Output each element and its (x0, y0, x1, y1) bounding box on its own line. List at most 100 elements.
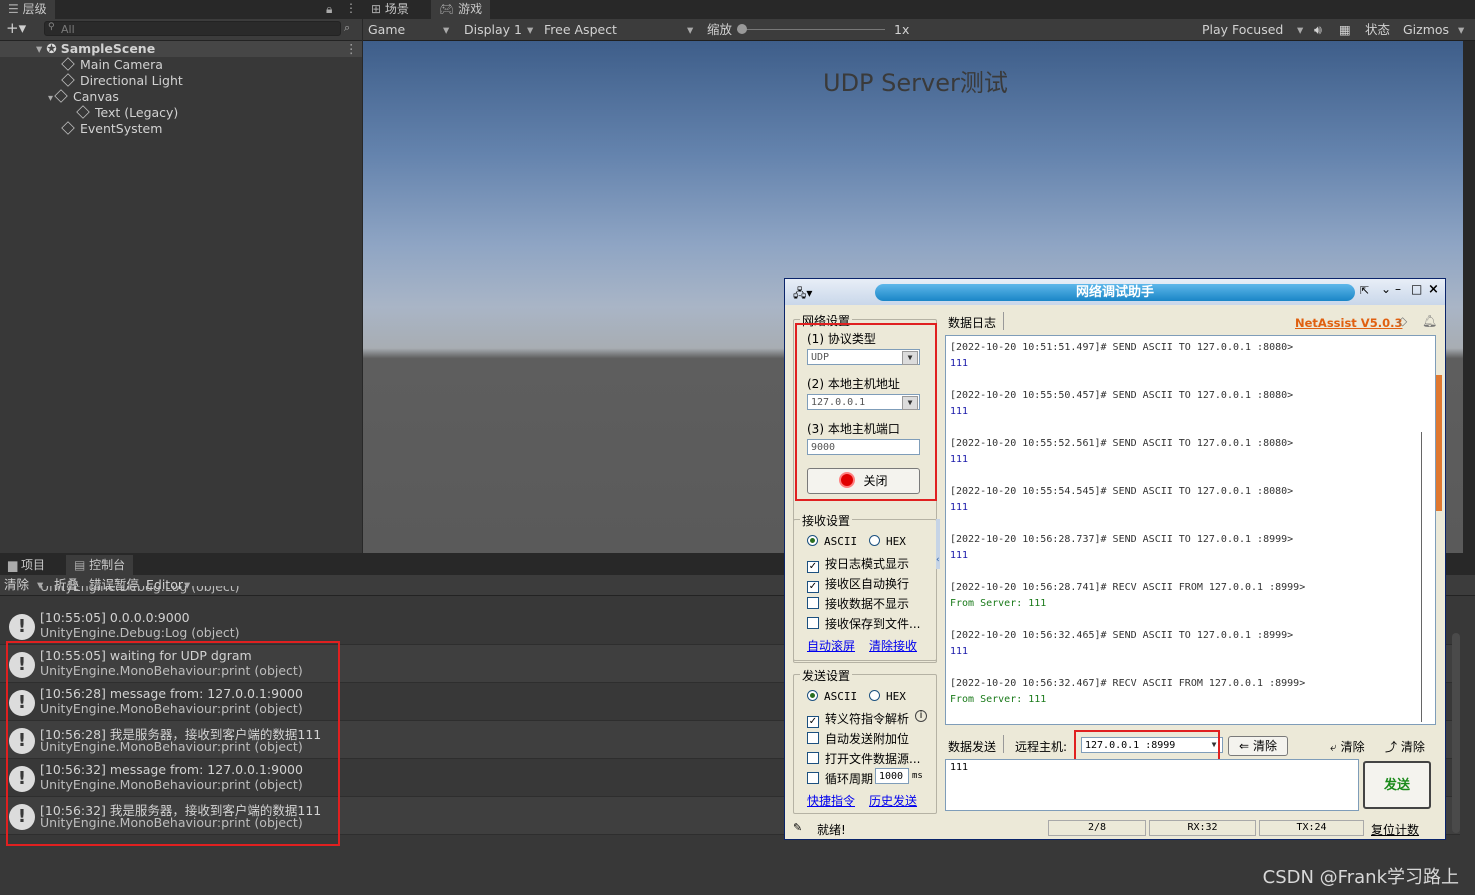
send-button[interactable]: 发送 (1363, 761, 1431, 809)
recv-log-mode-checkbox[interactable]: ✓ 按日志模式显示 (807, 555, 909, 573)
chevron-left-icon[interactable]: ‹ (936, 555, 940, 565)
scene-name: SampleScene (60, 41, 156, 56)
log-message: [10:55:05] 0.0.0.0:9000 (40, 610, 190, 625)
tab-scene[interactable]: ⊞ 场景 (363, 0, 417, 19)
recv-save-checkbox[interactable]: 接收保存到文件... (807, 615, 920, 632)
maximize-icon[interactable]: □ (1411, 282, 1422, 296)
tab-game[interactable]: 🎮︎ 游戏 (431, 0, 491, 19)
play-focused-dropdown[interactable]: Play Focused (1202, 19, 1283, 40)
clear-receive-link[interactable]: 清除接收 (869, 637, 917, 654)
scale-slider-handle[interactable] (737, 24, 747, 34)
diamond-icon[interactable]: ◇ (1398, 314, 1407, 328)
checkbox-icon (807, 597, 819, 609)
send-text-area[interactable]: 111 (945, 759, 1359, 811)
gameobject-icon (61, 121, 75, 135)
arrow-up-icon: ⤴ (1385, 740, 1398, 754)
app-menu-icon[interactable]: 🖧▾ (793, 284, 812, 305)
tab-data-log[interactable]: 数据日志 (948, 314, 996, 331)
hierarchy-item-label: Canvas (73, 89, 119, 104)
gizmos-button[interactable]: Gizmos (1403, 19, 1449, 40)
pin-icon[interactable]: ⇱ (1360, 284, 1369, 297)
more-menu-icon[interactable]: ⋮ (345, 1, 357, 15)
protocol-select[interactable]: UDP ▼ (807, 349, 920, 365)
close-icon[interactable]: × (1428, 282, 1439, 297)
hierarchy-item-text-legacy[interactable]: Text (Legacy) (76, 105, 178, 121)
send-hex-radio[interactable]: HEX (869, 690, 906, 703)
hierarchy-item-directional-light[interactable]: Directional Light (61, 73, 183, 89)
receive-log-area[interactable]: [2022-10-20 10:51:51.497]# SEND ASCII TO… (945, 335, 1436, 725)
recv-ascii-radio[interactable]: ASCII (807, 535, 857, 548)
hierarchy-tabbar: ☰ 层级 🔒︎ ⋮ (0, 0, 362, 20)
send-ascii-label: ASCII (824, 690, 858, 703)
host-select[interactable]: 127.0.0.1 ▼ (807, 394, 920, 410)
reset-count-link[interactable]: 复位计数 (1371, 821, 1419, 838)
hierarchy-item-main-camera[interactable]: Main Camera (61, 57, 163, 73)
send-escape-checkbox[interactable]: ✓ 转义符指令解析 (807, 710, 909, 728)
game-mode-dropdown[interactable]: Game (368, 19, 405, 40)
hierarchy-toolbar: +▾ All ⚲ ⌕ (0, 19, 362, 41)
status-ready: 就绪! (817, 823, 846, 837)
tab-data-send[interactable]: 数据发送 (948, 738, 996, 755)
aspect-dropdown[interactable]: Free Aspect (544, 19, 617, 40)
clear-send-history-button[interactable]: ⤴ 清除 (1385, 738, 1425, 755)
scene-search-icon[interactable]: ⌕ (344, 21, 350, 35)
checkbox-icon (807, 732, 819, 744)
history-link[interactable]: 历史发送 (869, 792, 917, 809)
send-append-checkbox[interactable]: 自动发送附加位 (807, 730, 909, 747)
scene-menu-icon[interactable]: ⋮ (345, 41, 358, 57)
log-header: [2022-10-20 10:51:51.497]# SEND ASCII TO… (950, 342, 1294, 353)
clear-send-button[interactable]: ⤶ 清除 (1330, 738, 1365, 755)
stats-button[interactable]: 状态 (1365, 19, 1390, 40)
cycle-period-input[interactable]: 1000 (875, 768, 909, 784)
expand-arrow-icon[interactable]: ▾ (48, 93, 53, 104)
highlight-box (6, 641, 340, 846)
recv-hex-radio[interactable]: HEX (869, 535, 906, 548)
recv-ascii-label: ASCII (824, 535, 858, 548)
lock-icon[interactable]: 🔒︎ (326, 2, 332, 17)
scene-row[interactable]: ▾ ✪ SampleScene ⋮ (0, 41, 362, 57)
port-input[interactable]: 9000 (807, 439, 920, 455)
hierarchy-item-label: Directional Light (80, 73, 183, 88)
tab-hierarchy[interactable]: ☰ 层级 (0, 0, 55, 19)
console-scrollbar[interactable] (1452, 633, 1460, 833)
game-toolbar: Game ▾ Display 1 ▾ Free Aspect ▾ 缩放 1x P… (363, 19, 1475, 41)
hierarchy-item-canvas[interactable]: ▾ Canvas (48, 89, 119, 105)
log-header: [2022-10-20 10:56:28.737]# SEND ASCII TO… (950, 534, 1294, 545)
tab-console[interactable]: ▤ 控制台 (66, 555, 134, 575)
auto-scroll-link[interactable]: 自动滚屏 (807, 637, 855, 654)
expand-arrow-icon[interactable]: ▾ (36, 41, 42, 56)
canvas-title-text: UDP Server测试 (823, 69, 1008, 97)
minimize-icon[interactable]: – (1395, 282, 1401, 296)
scroll-indicator[interactable] (1436, 375, 1442, 511)
add-object-button[interactable]: +▾ (6, 19, 26, 37)
mute-audio-icon[interactable]: 🔊︎ (1314, 19, 1322, 40)
brand-link[interactable]: NetAssist V5.0.3 (1295, 316, 1402, 330)
console-clear-button[interactable]: 清除 (4, 575, 29, 595)
log-scrollbar[interactable] (1421, 432, 1422, 722)
scale-label: 缩放 (707, 22, 733, 37)
bell-icon[interactable]: 🔔︎ (1422, 314, 1437, 328)
collapse-icon[interactable]: ⌄ (1381, 282, 1391, 296)
tab-project[interactable]: ▆ 项目 (0, 555, 53, 575)
gamepad-icon: 🎮︎ (439, 2, 459, 16)
hierarchy-item-label: Main Camera (80, 57, 163, 72)
recv-autowrap-label: 接收区自动换行 (825, 577, 910, 591)
display-dropdown[interactable]: Display 1 (464, 19, 522, 40)
log-body: 111 (950, 646, 969, 657)
log-header: [2022-10-20 10:55:52.561]# SEND ASCII TO… (950, 438, 1294, 449)
close-connection-button[interactable]: 关闭 (807, 468, 920, 494)
send-ascii-radio[interactable]: ASCII (807, 690, 857, 703)
netassist-titlebar: 🖧▾ 网络调试助手 ⇱ ⌄ – □ × (785, 279, 1445, 305)
hierarchy-item-eventsystem[interactable]: EventSystem (61, 121, 162, 137)
recv-hide-checkbox[interactable]: 接收数据不显示 (807, 595, 909, 612)
send-loop-checkbox[interactable]: 循环周期 (807, 770, 873, 787)
scale-slider-track[interactable] (737, 29, 885, 30)
stats-grid-icon[interactable]: ▦ (1339, 19, 1351, 40)
tab-hierarchy-label: 层级 (22, 2, 47, 16)
recv-autowrap-checkbox[interactable]: ✓ 接收区自动换行 (807, 575, 909, 593)
info-icon[interactable]: i (915, 710, 927, 722)
shortcut-link[interactable]: 快捷指令 (807, 792, 855, 809)
send-file-checkbox[interactable]: 打开文件数据源... (807, 750, 920, 767)
hierarchy-search-input[interactable]: All (44, 21, 341, 36)
clear-remote-button[interactable]: ⇐ 清除 (1228, 736, 1288, 756)
